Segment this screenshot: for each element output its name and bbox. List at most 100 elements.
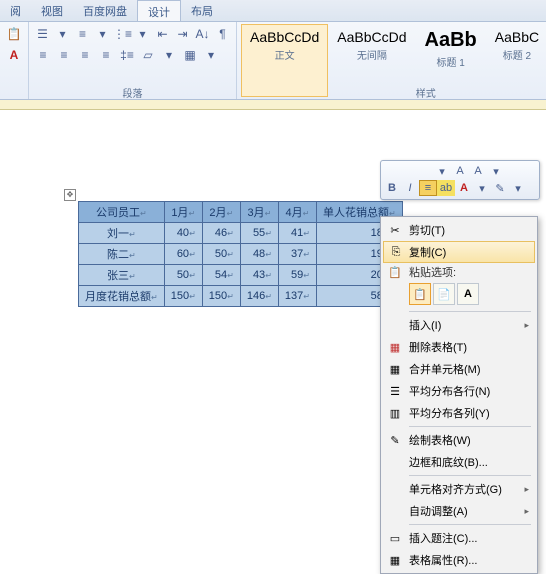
shading-icon[interactable]: ▱ bbox=[138, 45, 158, 65]
numbering-icon[interactable]: ≡ bbox=[73, 24, 92, 44]
dd[interactable]: ▾ bbox=[93, 24, 112, 44]
outdent-icon[interactable]: ⇤ bbox=[153, 24, 172, 44]
menu-dist-rows[interactable]: ☰平均分布各行(N) bbox=[383, 380, 535, 402]
font-color-icon[interactable]: A bbox=[4, 45, 24, 65]
ribbon: 📋 A ☰▾ ≡▾ ⋮≡▾ ⇤ ⇥ A↓ ¶ ≡ ≡ ≡ ≡ ‡≡ ▱▾ ▦▾ … bbox=[0, 22, 546, 100]
grow-font-icon[interactable]: A bbox=[451, 163, 469, 179]
indent-icon[interactable]: ⇥ bbox=[173, 24, 192, 44]
tab-layout[interactable]: 布局 bbox=[181, 0, 223, 21]
line-spacing-icon[interactable]: ‡≡ bbox=[117, 45, 137, 65]
style-sample: AaBbCcDd bbox=[250, 29, 319, 45]
table-container: ✥ 公司员工↵1月↵2月↵3月↵4月↵单人花销总额↵刘一↵40↵46↵55↵41… bbox=[78, 201, 403, 307]
table-cell[interactable]: 40↵ bbox=[164, 223, 202, 244]
table-cell[interactable]: 张三↵ bbox=[79, 265, 165, 286]
table-header[interactable]: 4月↵ bbox=[278, 202, 316, 223]
tab-baidu[interactable]: 百度网盘 bbox=[73, 0, 137, 21]
table-cell[interactable]: 48↵ bbox=[240, 244, 278, 265]
multilevel-icon[interactable]: ⋮≡ bbox=[113, 24, 132, 44]
menu-merge-cells[interactable]: ▦合并单元格(M) bbox=[383, 358, 535, 380]
merge-icon: ▦ bbox=[387, 361, 403, 377]
style-name: 无间隔 bbox=[337, 47, 406, 62]
table-cell[interactable]: 50↵ bbox=[164, 265, 202, 286]
menu-label: 删除表格(T) bbox=[409, 339, 467, 355]
table-cell[interactable]: 月度花销总额↵ bbox=[79, 286, 165, 307]
table-cell[interactable]: 54↵ bbox=[202, 265, 240, 286]
table-move-handle[interactable]: ✥ bbox=[64, 189, 76, 201]
tab-view[interactable]: 视图 bbox=[31, 0, 73, 21]
font-family-dd[interactable] bbox=[383, 163, 433, 179]
table-cell[interactable]: 刘一↵ bbox=[79, 223, 165, 244]
table-header[interactable]: 1月↵ bbox=[164, 202, 202, 223]
paste-text-only[interactable]: A bbox=[457, 283, 479, 305]
table-header[interactable]: 公司员工↵ bbox=[79, 202, 165, 223]
table-cell[interactable]: 46↵ bbox=[202, 223, 240, 244]
align-left-icon[interactable]: ≡ bbox=[33, 45, 53, 65]
table-cell[interactable]: 50↵ bbox=[202, 244, 240, 265]
menu-insert-caption[interactable]: ▭插入题注(C)... bbox=[383, 527, 535, 549]
spreadsheet-table[interactable]: 公司员工↵1月↵2月↵3月↵4月↵单人花销总额↵刘一↵40↵46↵55↵41↵1… bbox=[78, 201, 403, 307]
table-cell[interactable]: 150↵ bbox=[164, 286, 202, 307]
table-cell[interactable]: 137↵ bbox=[278, 286, 316, 307]
table-cell[interactable]: 陈二↵ bbox=[79, 244, 165, 265]
dd[interactable]: ▾ bbox=[201, 45, 221, 65]
menu-autofit[interactable]: 自动调整(A)▸ bbox=[383, 500, 535, 522]
borders-icon[interactable]: ▦ bbox=[180, 45, 200, 65]
bullets-icon[interactable]: ☰ bbox=[33, 24, 52, 44]
table-cell[interactable]: 43↵ bbox=[240, 265, 278, 286]
paste-icon[interactable]: 📋 bbox=[4, 24, 24, 44]
table-cell[interactable]: 37↵ bbox=[278, 244, 316, 265]
table-row: 陈二↵60↵50↵48↵37↵195↵ bbox=[79, 244, 403, 265]
format-painter-icon[interactable]: ✎ bbox=[491, 180, 509, 196]
menu-borders[interactable]: 边框和底纹(B)... bbox=[383, 451, 535, 473]
shrink-font-icon[interactable]: A bbox=[469, 163, 487, 179]
table-header[interactable]: 3月↵ bbox=[240, 202, 278, 223]
menu-label: 绘制表格(W) bbox=[409, 432, 471, 448]
table-cell[interactable]: 146↵ bbox=[240, 286, 278, 307]
justify-icon[interactable]: ≡ bbox=[96, 45, 116, 65]
menu-label: 平均分布各行(N) bbox=[409, 383, 490, 399]
chevron-right-icon: ▸ bbox=[524, 484, 529, 495]
delete-table-icon: ▦ bbox=[387, 339, 403, 355]
styles-label: 样式 bbox=[237, 85, 546, 99]
menu-separator bbox=[409, 311, 531, 312]
align-center-icon[interactable]: ≡ bbox=[54, 45, 74, 65]
paste-keep-format[interactable]: 📋 bbox=[409, 283, 431, 305]
dd[interactable]: ▾ bbox=[133, 24, 152, 44]
font-size-dd[interactable]: ▾ bbox=[433, 163, 451, 179]
italic-icon[interactable]: I bbox=[401, 180, 419, 196]
menu-table-props[interactable]: ▦表格属性(R)... bbox=[383, 549, 535, 571]
align-icon[interactable]: ≡ bbox=[419, 180, 437, 196]
table-cell[interactable]: 150↵ bbox=[202, 286, 240, 307]
style-name: 正文 bbox=[250, 47, 319, 62]
dd[interactable]: ▾ bbox=[473, 180, 491, 196]
menu-delete-table[interactable]: ▦ 删除表格(T) bbox=[383, 336, 535, 358]
align-right-icon[interactable]: ≡ bbox=[75, 45, 95, 65]
dd[interactable]: ▾ bbox=[53, 24, 72, 44]
paste-options: 📋 📄 A bbox=[383, 281, 535, 309]
menu-insert[interactable]: 插入(I)▸ bbox=[383, 314, 535, 336]
menu-cell-align[interactable]: 单元格对齐方式(G)▸ bbox=[383, 478, 535, 500]
pencil-icon: ✎ bbox=[387, 432, 403, 448]
menu-dist-cols[interactable]: ▥平均分布各列(Y) bbox=[383, 402, 535, 424]
menu-draw-table[interactable]: ✎ 绘制表格(W) bbox=[383, 429, 535, 451]
paste-merge[interactable]: 📄 bbox=[433, 283, 455, 305]
font-color-icon[interactable]: A bbox=[455, 180, 473, 196]
table-cell[interactable]: 59↵ bbox=[278, 265, 316, 286]
menu-separator bbox=[409, 524, 531, 525]
table-header[interactable]: 2月↵ bbox=[202, 202, 240, 223]
table-cell[interactable]: 55↵ bbox=[240, 223, 278, 244]
highlight-icon[interactable]: ab bbox=[437, 180, 455, 196]
dd[interactable]: ▾ bbox=[509, 180, 527, 196]
menu-label: 复制(C) bbox=[409, 244, 446, 260]
menu-copy[interactable]: ⎘复制(C) bbox=[383, 241, 535, 263]
table-cell[interactable]: 41↵ bbox=[278, 223, 316, 244]
table-cell[interactable]: 60↵ bbox=[164, 244, 202, 265]
sort-icon[interactable]: A↓ bbox=[193, 24, 212, 44]
dd[interactable]: ▾ bbox=[487, 163, 505, 179]
dd[interactable]: ▾ bbox=[159, 45, 179, 65]
tab-review[interactable]: 阅 bbox=[0, 0, 31, 21]
bold-icon[interactable]: B bbox=[383, 180, 401, 196]
menu-cut[interactable]: ✂剪切(T) bbox=[383, 219, 535, 241]
showmarks-icon[interactable]: ¶ bbox=[213, 24, 232, 44]
tab-design[interactable]: 设计 bbox=[137, 0, 181, 21]
